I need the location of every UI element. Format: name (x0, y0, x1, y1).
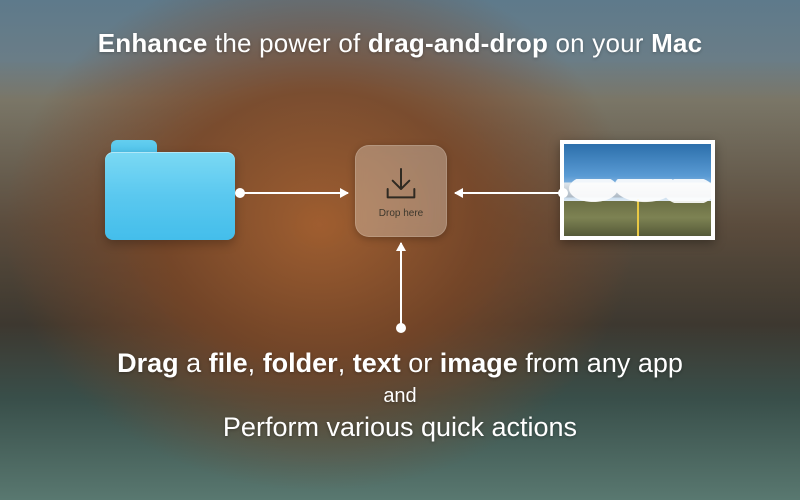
headline-word-enhance: Enhance (98, 28, 208, 58)
subtext-and: and (0, 385, 800, 408)
headline: Enhance the power of drag-and-drop on yo… (0, 28, 800, 59)
headline-word-dragdrop: drag-and-drop (368, 28, 548, 58)
image-thumbnail-content (564, 144, 711, 236)
subtext: Drag a file, folder, text or image from … (0, 348, 800, 443)
sub-c1: , (248, 348, 263, 378)
sub-t2: or (401, 348, 440, 378)
folder-body (105, 152, 235, 240)
headline-text-2: on your (548, 28, 651, 58)
word-folder: folder (263, 348, 338, 378)
drop-zone[interactable]: Drop here (355, 145, 447, 237)
headline-text-1: the power of (208, 28, 368, 58)
arrow-from-image (455, 192, 563, 194)
sub-t1: a (179, 348, 209, 378)
sub-t3: from any app (518, 348, 683, 378)
word-file: file (209, 348, 248, 378)
word-image: image (440, 348, 518, 378)
subtext-line-2: Perform various quick actions (0, 412, 800, 443)
word-drag: Drag (117, 348, 179, 378)
subtext-line-1: Drag a file, folder, text or image from … (0, 348, 800, 379)
arrow-to-text (400, 243, 402, 328)
image-thumbnail[interactable] (560, 140, 715, 240)
word-text: text (353, 348, 401, 378)
folder-icon[interactable] (105, 140, 235, 240)
drop-zone-label: Drop here (379, 208, 423, 219)
sub-c2: , (338, 348, 353, 378)
headline-word-mac: Mac (651, 28, 702, 58)
download-icon (381, 164, 421, 204)
promo-canvas: Enhance the power of drag-and-drop on yo… (0, 0, 800, 500)
arrow-from-folder (240, 192, 348, 194)
